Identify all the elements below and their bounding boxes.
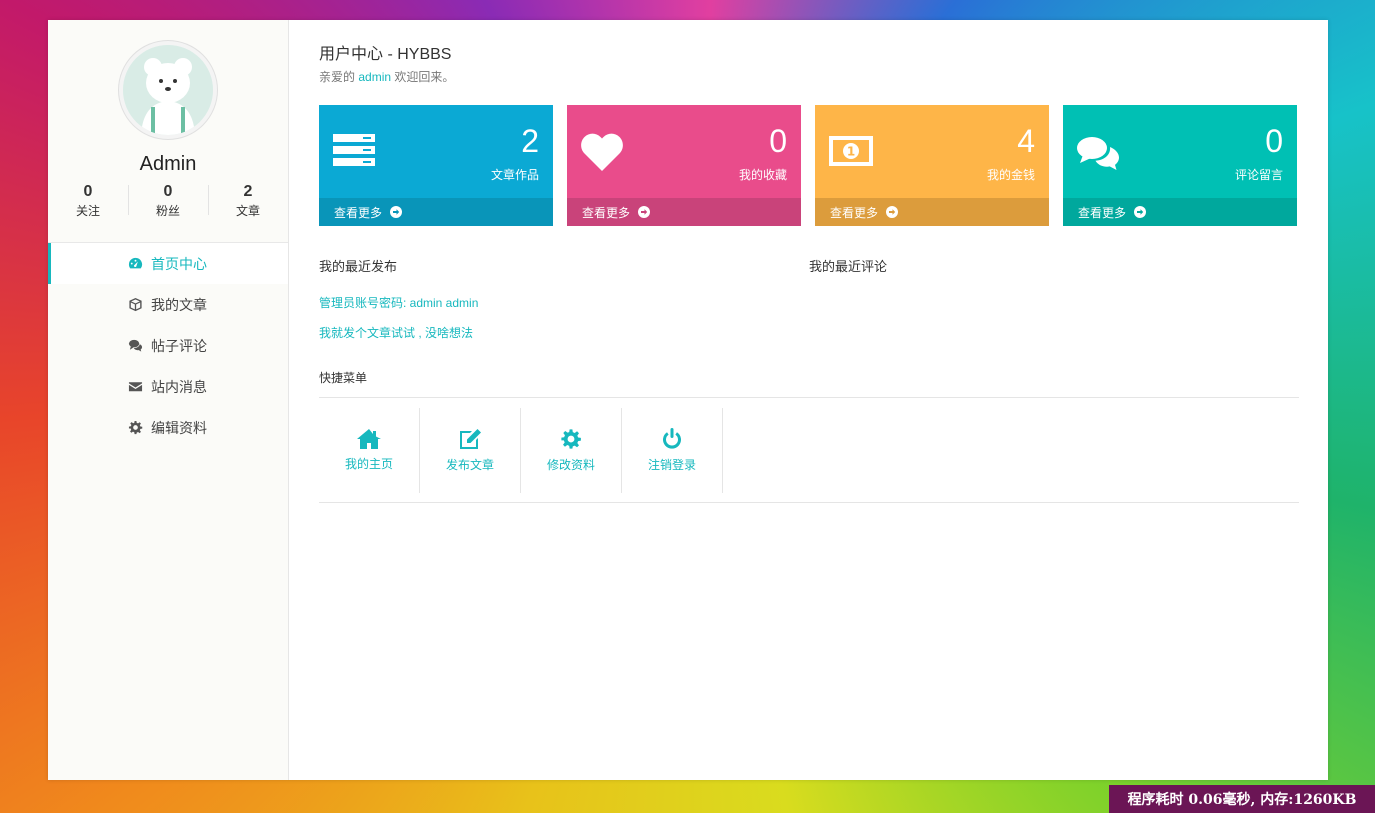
recent-section: 我的最近发布 管理员账号密码: admin admin 我就发个文章试试 , 没… bbox=[319, 256, 1299, 341]
svg-text:1: 1 bbox=[847, 145, 855, 159]
page-title: 用户中心 - HYBBS bbox=[319, 46, 452, 63]
card-favorites: 0 我的收藏 查看更多 bbox=[567, 105, 801, 226]
card-number: 0 bbox=[1265, 123, 1283, 159]
card-number: 4 bbox=[1017, 123, 1035, 159]
quick-item-label: 发布文章 bbox=[445, 458, 494, 472]
card-label: 文章作品 bbox=[490, 168, 539, 182]
card-label: 我的金钱 bbox=[986, 168, 1035, 182]
welcome-message: 亲爱的 admin 欢迎回来。 bbox=[319, 68, 1299, 85]
sidebar-item-profile[interactable]: 编辑资料 bbox=[48, 407, 288, 448]
stat-label: 粉丝 bbox=[155, 204, 180, 218]
recent-comments: 我的最近评论 bbox=[809, 256, 1299, 341]
gear-icon bbox=[128, 420, 143, 435]
quick-item-publish[interactable]: 发布文章 bbox=[420, 408, 521, 493]
view-more-label: 查看更多 bbox=[830, 205, 879, 220]
arrow-circle-right-icon bbox=[1134, 206, 1147, 218]
sidebar-item-articles[interactable]: 我的文章 bbox=[48, 284, 288, 325]
card-articles: 2 文章作品 查看更多 bbox=[319, 105, 553, 226]
sidebar-item-label: 帖子评论 bbox=[151, 337, 207, 354]
welcome-suffix: 欢迎回来。 bbox=[394, 70, 455, 84]
section-title: 我的最近评论 bbox=[809, 259, 888, 274]
quick-item-settings[interactable]: 修改资料 bbox=[521, 408, 622, 493]
quick-menu: 我的主页 发布文章 修改资料 注销登录 bbox=[319, 398, 1299, 503]
recent-posts: 我的最近发布 管理员账号密码: admin admin 我就发个文章试试 , 没… bbox=[319, 256, 809, 341]
stat-following[interactable]: 0 关注 bbox=[48, 183, 128, 219]
dashboard-icon bbox=[128, 257, 143, 269]
card-label: 评论留言 bbox=[1234, 168, 1283, 182]
view-more-label: 查看更多 bbox=[334, 205, 383, 220]
card-body: 1 4 我的金钱 bbox=[815, 105, 1049, 198]
view-more-link[interactable]: 查看更多 bbox=[1063, 198, 1297, 226]
sidebar-item-label: 编辑资料 bbox=[151, 419, 207, 436]
stat-articles[interactable]: 2 文章 bbox=[208, 183, 288, 219]
view-more-label: 查看更多 bbox=[1078, 205, 1127, 220]
welcome-prefix: 亲爱的 bbox=[319, 70, 356, 84]
sidebar-item-label: 站内消息 bbox=[151, 378, 207, 395]
profile-stats: 0 关注 0 粉丝 2 文章 bbox=[48, 183, 288, 219]
sidebar-item-home[interactable]: 首页中心 bbox=[48, 243, 288, 284]
gear-icon bbox=[561, 429, 581, 449]
card-money: 1 4 我的金钱 查看更多 bbox=[815, 105, 1049, 226]
arrow-circle-right-icon bbox=[390, 206, 403, 218]
card-number: 2 bbox=[521, 123, 539, 159]
view-more-link[interactable]: 查看更多 bbox=[319, 198, 553, 226]
card-number: 0 bbox=[769, 123, 787, 159]
arrow-circle-right-icon bbox=[638, 206, 651, 218]
money-icon: 1 bbox=[829, 136, 873, 166]
card-body: 0 我的收藏 bbox=[567, 105, 801, 198]
quick-menu-title: 快捷菜单 bbox=[319, 369, 1299, 398]
quick-item-label: 注销登录 bbox=[647, 458, 696, 472]
view-more-label: 查看更多 bbox=[582, 205, 631, 220]
sidebar-item-label: 我的文章 bbox=[151, 296, 207, 313]
heart-icon bbox=[581, 133, 623, 171]
envelope-icon bbox=[128, 382, 143, 392]
stat-number: 0 bbox=[83, 183, 93, 200]
main-content: 用户中心 - HYBBS 亲爱的 admin 欢迎回来。 2 文章作品 查看更多 bbox=[289, 20, 1328, 780]
card-body: 2 文章作品 bbox=[319, 105, 553, 198]
stat-cards: 2 文章作品 查看更多 0 我的收藏 查看更多 1 4 我的金钱 查看更多 0 … bbox=[319, 105, 1299, 226]
user-center-panel: Admin 0 关注 0 粉丝 2 文章 首页中心 我的文章 帖子评论 站内消息… bbox=[48, 20, 1328, 780]
section-title: 我的最近发布 bbox=[319, 259, 398, 274]
comments-icon bbox=[128, 339, 143, 352]
quick-item-label: 我的主页 bbox=[344, 457, 393, 471]
sidebar-item-comments[interactable]: 帖子评论 bbox=[48, 325, 288, 366]
recent-post-link[interactable]: 我就发个文章试试 , 没啥想法 bbox=[319, 324, 809, 341]
avatar[interactable] bbox=[119, 41, 217, 139]
cube-icon bbox=[129, 297, 142, 312]
comments-icon bbox=[1077, 137, 1119, 170]
view-more-link[interactable]: 查看更多 bbox=[567, 198, 801, 226]
stat-followers[interactable]: 0 粉丝 bbox=[128, 183, 208, 219]
view-more-link[interactable]: 查看更多 bbox=[815, 198, 1049, 226]
stat-number: 2 bbox=[243, 183, 253, 200]
server-icon bbox=[333, 134, 375, 166]
edit-icon bbox=[460, 429, 481, 449]
sidebar-item-label: 首页中心 bbox=[151, 255, 207, 272]
performance-badge: 程序耗时 0.06毫秒, 内存:1260KB bbox=[1109, 785, 1375, 813]
quick-item-logout[interactable]: 注销登录 bbox=[622, 408, 723, 493]
welcome-username[interactable]: admin bbox=[358, 70, 391, 84]
stat-number: 0 bbox=[163, 183, 173, 200]
card-comments: 0 评论留言 查看更多 bbox=[1063, 105, 1297, 226]
stat-label: 关注 bbox=[75, 204, 100, 218]
bear-avatar-icon bbox=[123, 45, 213, 135]
username: Admin bbox=[139, 153, 197, 175]
quick-item-home[interactable]: 我的主页 bbox=[319, 408, 420, 493]
sidebar-nav: 首页中心 我的文章 帖子评论 站内消息 编辑资料 bbox=[48, 242, 288, 448]
arrow-circle-right-icon bbox=[886, 206, 899, 218]
sidebar: Admin 0 关注 0 粉丝 2 文章 首页中心 我的文章 帖子评论 站内消息… bbox=[48, 20, 289, 780]
card-label: 我的收藏 bbox=[738, 168, 787, 182]
recent-post-link[interactable]: 管理员账号密码: admin admin bbox=[319, 294, 809, 311]
sidebar-item-messages[interactable]: 站内消息 bbox=[48, 366, 288, 407]
stat-label: 文章 bbox=[235, 204, 260, 218]
card-body: 0 评论留言 bbox=[1063, 105, 1297, 198]
quick-item-label: 修改资料 bbox=[546, 458, 595, 472]
power-icon bbox=[663, 428, 681, 449]
home-icon bbox=[357, 429, 381, 449]
